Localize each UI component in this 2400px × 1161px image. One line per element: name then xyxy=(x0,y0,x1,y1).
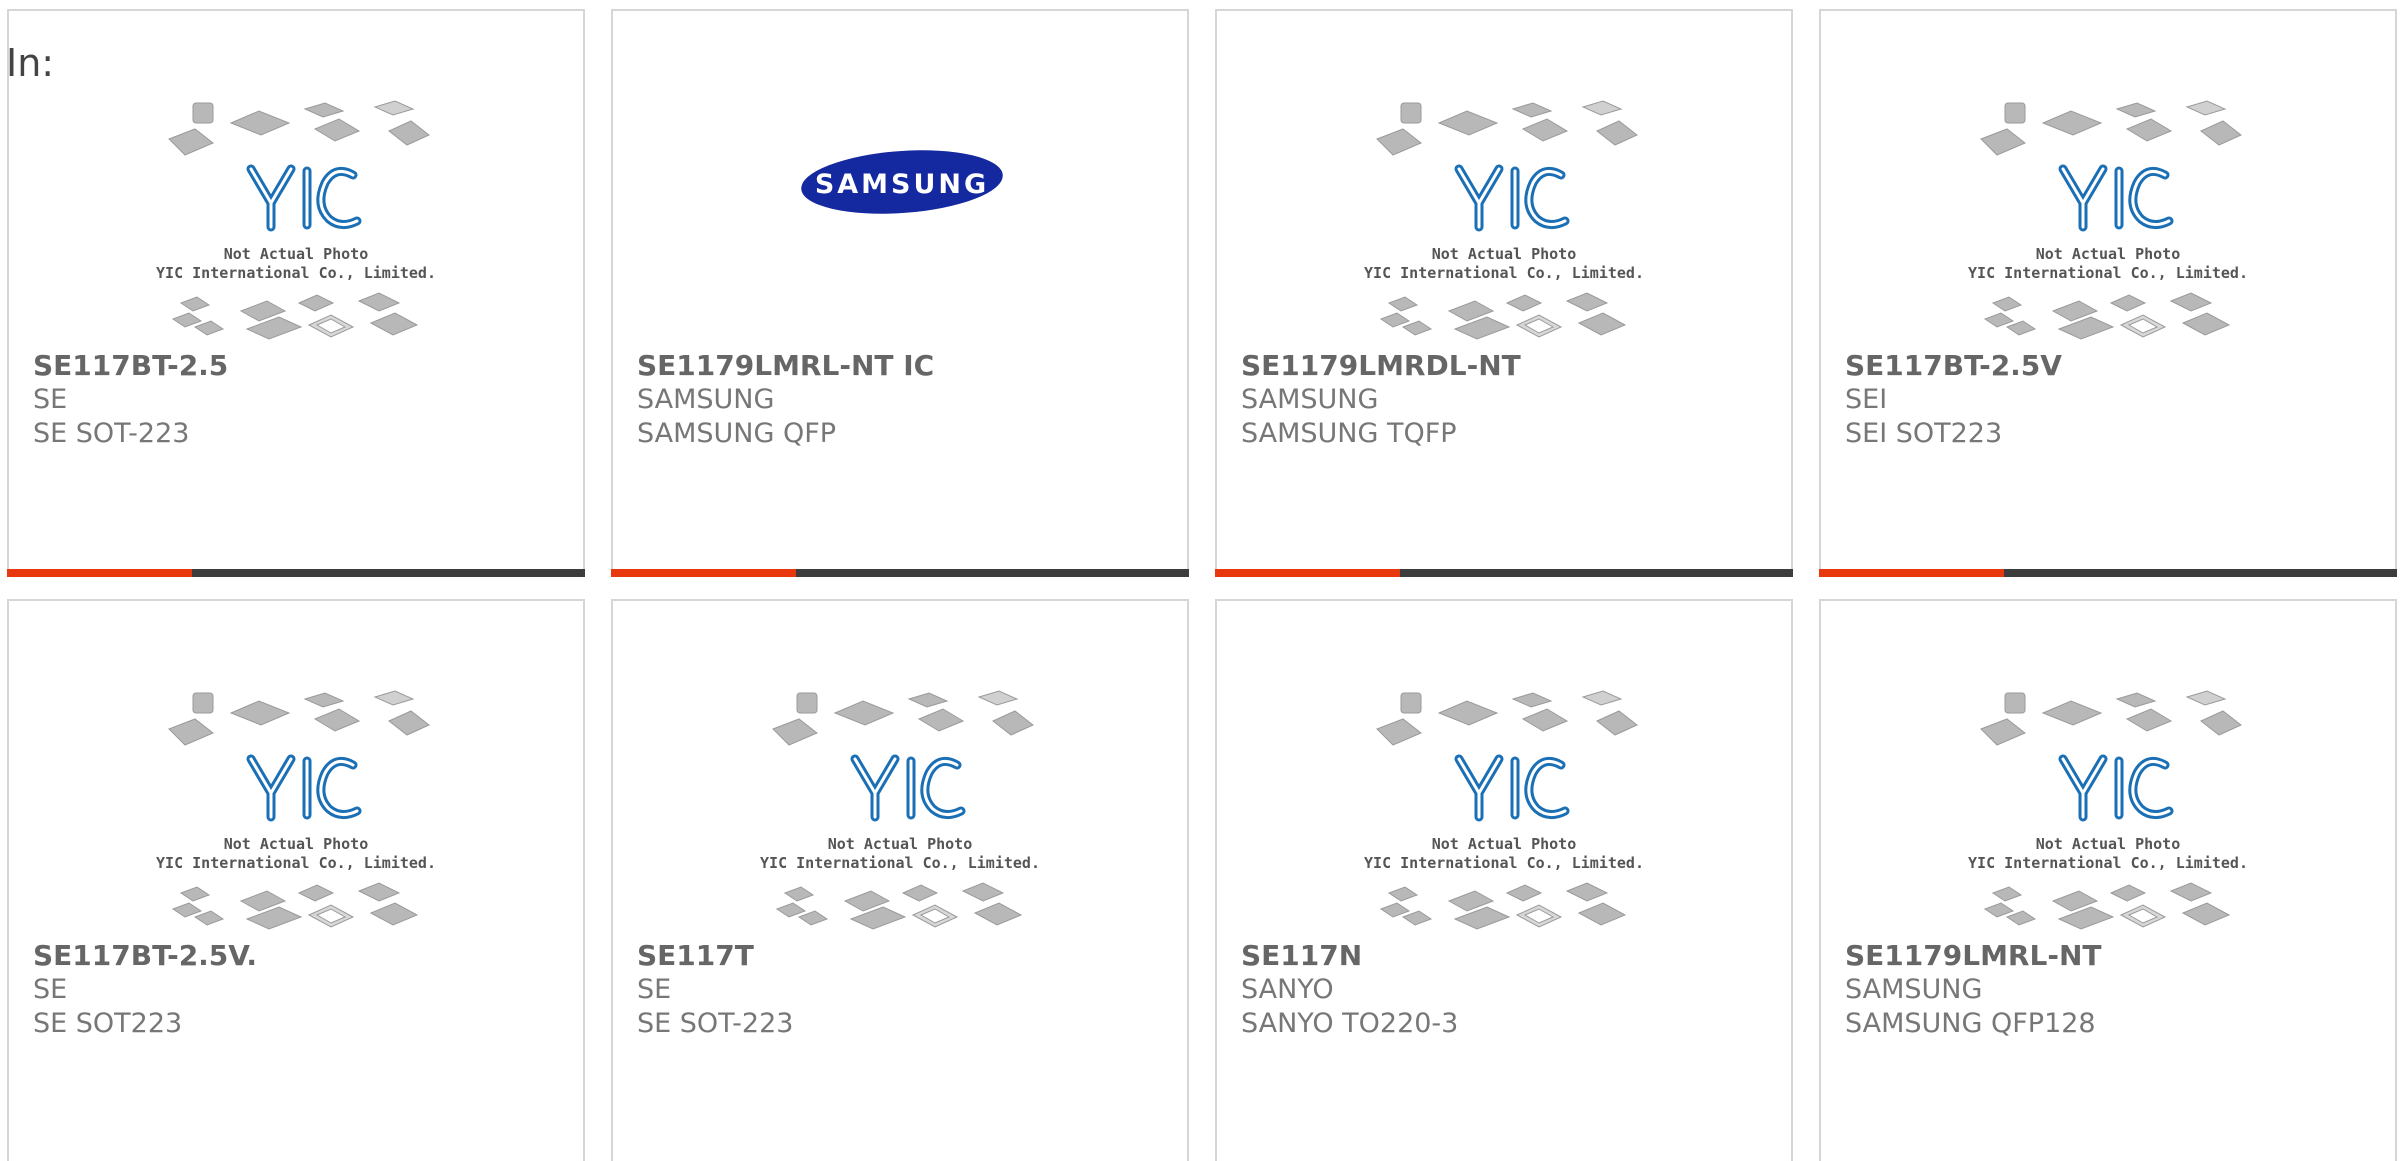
product-brand: SAMSUNG xyxy=(637,384,775,415)
product-thumbnail[interactable]: Not Actual Photo YIC International Co., … xyxy=(1217,601,1791,941)
product-card[interactable]: Not Actual Photo YIC International Co., … xyxy=(1215,599,1793,1161)
card-progress-fill xyxy=(1819,569,2004,577)
not-actual-photo-text: Not Actual Photo xyxy=(224,245,369,263)
product-part-number[interactable]: SE1179LMRL-NT IC xyxy=(637,349,934,383)
product-thumbnail[interactable]: Not Actual Photo YIC International Co., … xyxy=(613,601,1187,941)
product-package: SAMSUNG QFP xyxy=(637,418,837,449)
product-card[interactable]: Not Actual Photo YIC International Co., … xyxy=(1215,9,1793,577)
product-card[interactable]: Not Actual Photo YIC International Co., … xyxy=(7,9,585,577)
product-thumbnail[interactable]: Not Actual Photo YIC International Co., … xyxy=(9,11,583,351)
product-card[interactable]: Not Actual Photo YIC International Co., … xyxy=(1819,9,2397,577)
not-actual-photo-text: Not Actual Photo xyxy=(2036,245,2181,263)
product-package: SE SOT223 xyxy=(33,1008,183,1039)
product-thumbnail[interactable]: SAMSUNG xyxy=(613,11,1187,351)
product-brand: SE xyxy=(637,974,672,1005)
card-progress-fill xyxy=(611,569,796,577)
product-brand: SE xyxy=(33,974,68,1005)
product-package: SE SOT-223 xyxy=(33,418,190,449)
product-package: SAMSUNG TQFP xyxy=(1241,418,1457,449)
yic-company-text: YIC International Co., Limited. xyxy=(1364,854,1644,872)
card-progress-bar xyxy=(1819,569,2397,577)
yic-company-text: YIC International Co., Limited. xyxy=(156,264,436,282)
yic-placeholder-image: Not Actual Photo YIC International Co., … xyxy=(1364,100,1644,340)
yic-company-text: YIC International Co., Limited. xyxy=(156,854,436,872)
product-package: SANYO TO220-3 xyxy=(1241,1008,1459,1039)
card-progress-fill xyxy=(1215,569,1400,577)
samsung-logo-text: SAMSUNG xyxy=(815,169,989,200)
product-brand: SANYO xyxy=(1241,974,1334,1005)
yic-placeholder-image: Not Actual Photo YIC International Co., … xyxy=(156,100,436,340)
product-part-number[interactable]: SE117BT-2.5V xyxy=(1845,349,2062,383)
not-actual-photo-text: Not Actual Photo xyxy=(1432,245,1577,263)
product-brand: SAMSUNG xyxy=(1241,384,1379,415)
product-package: SAMSUNG QFP128 xyxy=(1845,1008,2096,1039)
not-actual-photo-text: Not Actual Photo xyxy=(1432,835,1577,853)
card-progress-bar xyxy=(7,569,585,577)
card-progress-bar xyxy=(611,569,1189,577)
samsung-logo-image: SAMSUNG xyxy=(801,150,1003,214)
product-package: SE SOT-223 xyxy=(637,1008,794,1039)
product-card[interactable]: Not Actual Photo YIC International Co., … xyxy=(611,599,1189,1161)
product-thumbnail[interactable]: Not Actual Photo YIC International Co., … xyxy=(1821,11,2395,351)
product-part-number[interactable]: SE117BT-2.5 xyxy=(33,349,228,383)
not-actual-photo-text: Not Actual Photo xyxy=(224,835,369,853)
product-thumbnail[interactable]: Not Actual Photo YIC International Co., … xyxy=(1217,11,1791,351)
not-actual-photo-text: Not Actual Photo xyxy=(828,835,973,853)
yic-company-text: YIC International Co., Limited. xyxy=(1968,264,2248,282)
not-actual-photo-text: Not Actual Photo xyxy=(2036,835,2181,853)
search-prefix-label: In: xyxy=(6,41,55,85)
yic-placeholder-image: Not Actual Photo YIC International Co., … xyxy=(1968,100,2248,340)
card-progress-bar xyxy=(1215,569,1793,577)
yic-placeholder-image: Not Actual Photo YIC International Co., … xyxy=(1968,690,2248,930)
product-part-number[interactable]: SE1179LMRL-NT xyxy=(1845,939,2101,973)
product-part-number[interactable]: SE117BT-2.5V. xyxy=(33,939,257,973)
yic-placeholder-image: Not Actual Photo YIC International Co., … xyxy=(760,690,1040,930)
product-package: SEI SOT223 xyxy=(1845,418,2003,449)
product-card[interactable]: Not Actual Photo YIC International Co., … xyxy=(1819,599,2397,1161)
product-part-number[interactable]: SE1179LMRDL-NT xyxy=(1241,349,1521,383)
yic-placeholder-image: Not Actual Photo YIC International Co., … xyxy=(1364,690,1644,930)
product-part-number[interactable]: SE117T xyxy=(637,939,754,973)
yic-company-text: YIC International Co., Limited. xyxy=(760,854,1040,872)
product-brand: SAMSUNG xyxy=(1845,974,1983,1005)
product-grid-page: In: Not Actual Photo YIC International C… xyxy=(0,0,2400,1161)
product-card[interactable]: Not Actual Photo YIC International Co., … xyxy=(7,599,585,1161)
card-progress-fill xyxy=(7,569,192,577)
yic-company-text: YIC International Co., Limited. xyxy=(1364,264,1644,282)
yic-company-text: YIC International Co., Limited. xyxy=(1968,854,2248,872)
product-brand: SE xyxy=(33,384,68,415)
product-part-number[interactable]: SE117N xyxy=(1241,939,1362,973)
product-brand: SEI xyxy=(1845,384,1888,415)
product-thumbnail[interactable]: Not Actual Photo YIC International Co., … xyxy=(9,601,583,941)
yic-placeholder-image: Not Actual Photo YIC International Co., … xyxy=(156,690,436,930)
product-thumbnail[interactable]: Not Actual Photo YIC International Co., … xyxy=(1821,601,2395,941)
product-card[interactable]: SAMSUNG SE1179LMRL-NT IC SAMSUNG SAMSUNG… xyxy=(611,9,1189,577)
